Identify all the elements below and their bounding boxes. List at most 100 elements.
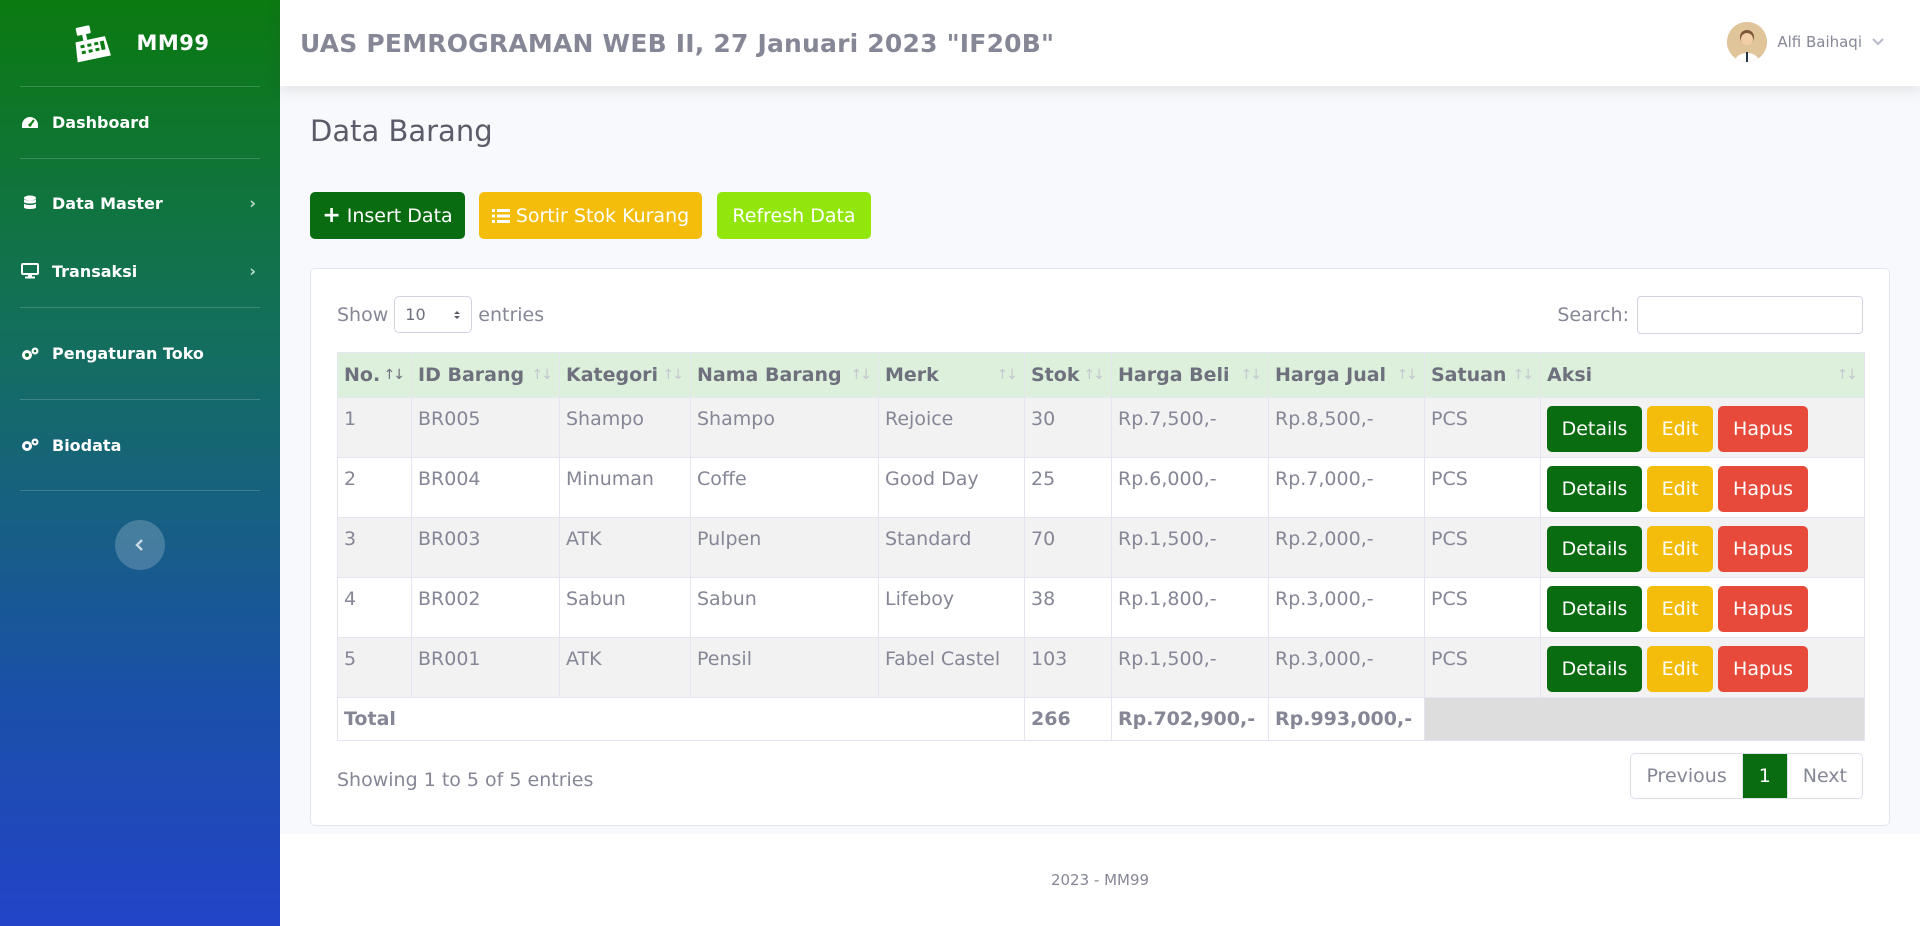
edit-button[interactable]: Edit [1647, 646, 1713, 692]
cell-aksi: Details Edit Hapus [1540, 577, 1865, 638]
edit-button[interactable]: Edit [1647, 586, 1713, 632]
cell-stok: 70 [1024, 517, 1112, 578]
brand[interactable]: MM99 [0, 0, 280, 86]
column-header[interactable]: Harga Jual ↑↓ [1268, 352, 1425, 398]
cell-kategori: Shampo [559, 397, 691, 458]
cell-harga-beli: Rp.1,800,- [1111, 577, 1269, 638]
data-table-card: Show 10 entries Search: No. ↑↓ ID Barang ↑… [310, 268, 1890, 826]
edit-button[interactable]: Edit [1647, 526, 1713, 572]
plus-icon: + [322, 203, 341, 228]
cell-merk: Rejoice [878, 397, 1025, 458]
table-info: Showing 1 to 5 of 5 entries [337, 769, 594, 791]
total-stok: 266 [1024, 697, 1112, 741]
cell-harga-beli: Rp.7,500,- [1111, 397, 1269, 458]
page-header-title: UAS PEMROGRAMAN WEB II, 27 Januari 2023 … [300, 28, 1055, 58]
edit-button[interactable]: Edit [1647, 406, 1713, 452]
sidebar-item-dashboard[interactable]: Dashboard [0, 87, 280, 158]
table-header-row: No. ↑↓ ID Barang ↑↓ Kategori ↑↓ Nama Barang… [337, 352, 1865, 398]
sidebar-item-label: Data Master [52, 193, 163, 213]
show-label: Show [337, 303, 389, 326]
cell-kategori: Minuman [559, 457, 691, 518]
user-menu[interactable]: Alfi Baihaqi [1727, 22, 1884, 62]
pagination-previous[interactable]: Previous [1631, 754, 1743, 798]
delete-button[interactable]: Hapus [1718, 586, 1808, 632]
total-label: Total [337, 697, 1025, 741]
cell-nama: Sabun [690, 577, 879, 638]
sort-icon: ↑↓ [850, 367, 873, 383]
sidebar-item-label: Dashboard [52, 113, 150, 132]
cell-nama: Pensil [690, 637, 879, 698]
table-row: 5 BR001 ATK Pensil Fabel Castel 103 Rp.1… [337, 637, 1865, 698]
sort-stock-button[interactable]: Sortir Stok Kurang [479, 192, 702, 239]
sort-icon: ↑↓ [531, 367, 554, 383]
sort-icon: ↑↓ [1396, 367, 1419, 383]
refresh-data-button[interactable]: Refresh Data [717, 192, 871, 239]
details-button[interactable]: Details [1547, 406, 1642, 452]
sort-icon: ↑↓ [1240, 367, 1263, 383]
cell-id: BR004 [411, 457, 560, 518]
cell-no: 5 [337, 637, 412, 698]
footer: 2023 - MM99 [280, 834, 1920, 926]
cell-nama: Shampo [690, 397, 879, 458]
cell-stok: 25 [1024, 457, 1112, 518]
sidebar-item-pengaturan-toko[interactable]: Pengaturan Toko [0, 308, 280, 399]
entries-select[interactable]: 10 [394, 296, 473, 333]
page-title: Data Barang [310, 114, 493, 148]
details-button[interactable]: Details [1547, 646, 1642, 692]
column-header[interactable]: Kategori ↑↓ [559, 352, 691, 398]
pagination-next[interactable]: Next [1786, 754, 1862, 798]
column-header[interactable]: Stok ↑↓ [1024, 352, 1112, 398]
cell-stok: 103 [1024, 637, 1112, 698]
database-icon [20, 194, 40, 212]
sidebar-divider [20, 490, 260, 491]
sidebar-item-biodata[interactable]: Biodata [0, 400, 280, 490]
delete-button[interactable]: Hapus [1718, 406, 1808, 452]
cash-register-icon [76, 25, 112, 63]
cell-kategori: Sabun [559, 577, 691, 638]
column-header[interactable]: Satuan ↑↓ [1424, 352, 1541, 398]
cell-satuan: PCS [1424, 517, 1541, 578]
cell-id: BR001 [411, 637, 560, 698]
chevron-down-icon [1872, 38, 1884, 46]
cell-harga-beli: Rp.1,500,- [1111, 517, 1269, 578]
details-button[interactable]: Details [1547, 526, 1642, 572]
cell-satuan: PCS [1424, 637, 1541, 698]
data-table: No. ↑↓ ID Barang ↑↓ Kategori ↑↓ Nama Barang… [337, 352, 1865, 741]
column-header[interactable]: Harga Beli ↑↓ [1111, 352, 1269, 398]
column-header[interactable]: ID Barang ↑↓ [411, 352, 560, 398]
column-header[interactable]: Aksi ↑↓ [1540, 352, 1865, 398]
chevron-left-icon [135, 539, 143, 551]
pagination-page-1[interactable]: 1 [1742, 754, 1787, 798]
insert-data-label: Insert Data [346, 204, 453, 227]
total-empty-cell [1424, 697, 1865, 741]
details-button[interactable]: Details [1547, 466, 1642, 512]
entries-label: entries [478, 303, 545, 326]
delete-button[interactable]: Hapus [1718, 466, 1808, 512]
desktop-icon [20, 262, 40, 280]
delete-button[interactable]: Hapus [1718, 646, 1808, 692]
list-icon [491, 208, 510, 223]
cell-kategori: ATK [559, 517, 691, 578]
search-input[interactable] [1637, 296, 1863, 334]
sidebar-toggle-button[interactable] [115, 520, 165, 570]
total-harga-jual: Rp.993,000,- [1268, 697, 1425, 741]
edit-button[interactable]: Edit [1647, 466, 1713, 512]
sidebar-item-data-master[interactable]: Data Master › [0, 179, 280, 227]
insert-data-button[interactable]: + Insert Data [310, 192, 465, 239]
cell-merk: Fabel Castel [878, 637, 1025, 698]
total-harga-beli: Rp.702,900,- [1111, 697, 1269, 741]
cell-satuan: PCS [1424, 397, 1541, 458]
column-header[interactable]: Nama Barang ↑↓ [690, 352, 879, 398]
cell-satuan: PCS [1424, 457, 1541, 518]
details-button[interactable]: Details [1547, 586, 1642, 632]
cell-id: BR005 [411, 397, 560, 458]
delete-button[interactable]: Hapus [1718, 526, 1808, 572]
column-header[interactable]: No. ↑↓ [337, 352, 412, 398]
cell-id: BR003 [411, 517, 560, 578]
column-header[interactable]: Merk ↑↓ [878, 352, 1025, 398]
dashboard-icon [20, 114, 40, 132]
sidebar-item-transaksi[interactable]: Transaksi › [0, 247, 280, 295]
cell-satuan: PCS [1424, 577, 1541, 638]
cell-merk: Good Day [878, 457, 1025, 518]
sort-stock-label: Sortir Stok Kurang [515, 204, 690, 227]
